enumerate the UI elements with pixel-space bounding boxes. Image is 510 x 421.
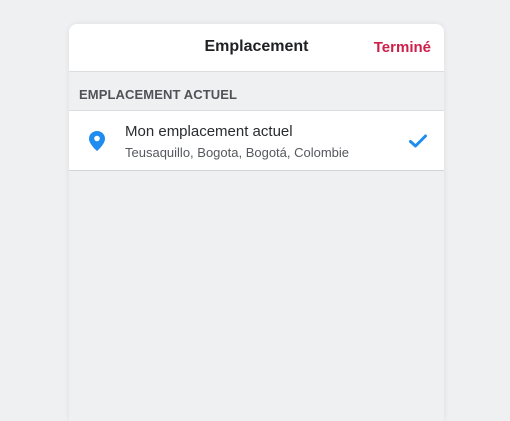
location-subtitle: Teusaquillo, Bogota, Bogotá, Colombie: [125, 145, 350, 160]
location-panel: Emplacement Terminé EMPLACEMENT ACTUEL M…: [69, 24, 444, 421]
location-title: Mon emplacement actuel: [125, 123, 293, 140]
location-pin-icon: [89, 131, 105, 151]
done-button[interactable]: Terminé: [374, 39, 431, 56]
header-bar: Emplacement Terminé: [69, 24, 444, 72]
current-location-row[interactable]: Mon emplacement actuel Teusaquillo, Bogo…: [69, 111, 444, 171]
checkmark-icon: [409, 134, 427, 148]
section-header-current-location: EMPLACEMENT ACTUEL: [69, 72, 444, 111]
